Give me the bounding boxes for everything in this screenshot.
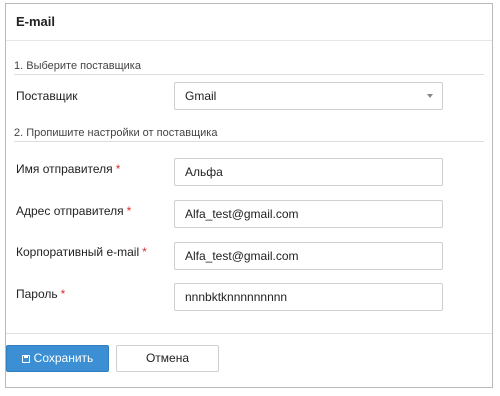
save-button-label: Сохранить — [33, 351, 94, 365]
email-settings-dialog: E-mail 1. Выберите поставщика Поставщик … — [5, 3, 493, 388]
required-marker: * — [60, 287, 66, 301]
password-label: Пароль * — [16, 287, 65, 301]
required-marker: * — [115, 162, 121, 176]
cancel-button-label: Отмена — [145, 351, 190, 365]
password-field[interactable]: nnnbktknnnnnnnnn — [174, 283, 443, 311]
cancel-button[interactable]: Отмена — [116, 345, 219, 372]
dialog-title: E-mail — [16, 14, 56, 29]
password-value: nnnbktknnnnnnnnn — [185, 290, 288, 304]
caret-down-icon — [427, 94, 433, 98]
sender-name-label: Имя отправителя * — [16, 162, 120, 176]
section-provider-heading: 1. Выберите поставщика — [14, 60, 141, 72]
sender-name-field[interactable]: Альфа — [174, 158, 443, 186]
floppy-disk-icon — [21, 355, 30, 363]
corporate-email-label-text: Корпоративный e-mail — [16, 245, 140, 259]
sender-name-label-text: Имя отправителя — [16, 162, 113, 176]
sender-address-label: Адрес отправителя * — [16, 204, 131, 218]
section-settings-heading: 2. Пропишите настройки от поставщика — [14, 127, 218, 139]
corporate-email-field[interactable]: Alfa_test@gmail.com — [174, 242, 443, 270]
provider-select[interactable]: Gmail — [174, 82, 443, 110]
required-marker: * — [142, 245, 147, 259]
corporate-email-value: Alfa_test@gmail.com — [185, 249, 299, 263]
header-divider — [6, 40, 492, 41]
corporate-email-label: Корпоративный e-mail * — [16, 245, 147, 259]
sender-address-value: Alfa_test@gmail.com — [185, 207, 299, 221]
sender-address-label-text: Адрес отправителя — [16, 204, 124, 218]
provider-label-text: Поставщик — [16, 89, 78, 103]
section-provider-divider — [14, 74, 484, 75]
save-button[interactable]: Сохранить — [6, 345, 109, 372]
section-settings-divider — [14, 141, 484, 142]
sender-address-field[interactable]: Alfa_test@gmail.com — [174, 200, 443, 228]
provider-label: Поставщик — [16, 89, 78, 103]
footer-divider — [6, 333, 492, 334]
sender-name-value: Альфа — [185, 165, 223, 179]
password-label-text: Пароль — [16, 287, 58, 301]
provider-select-value: Gmail — [185, 89, 217, 103]
required-marker: * — [126, 204, 132, 218]
